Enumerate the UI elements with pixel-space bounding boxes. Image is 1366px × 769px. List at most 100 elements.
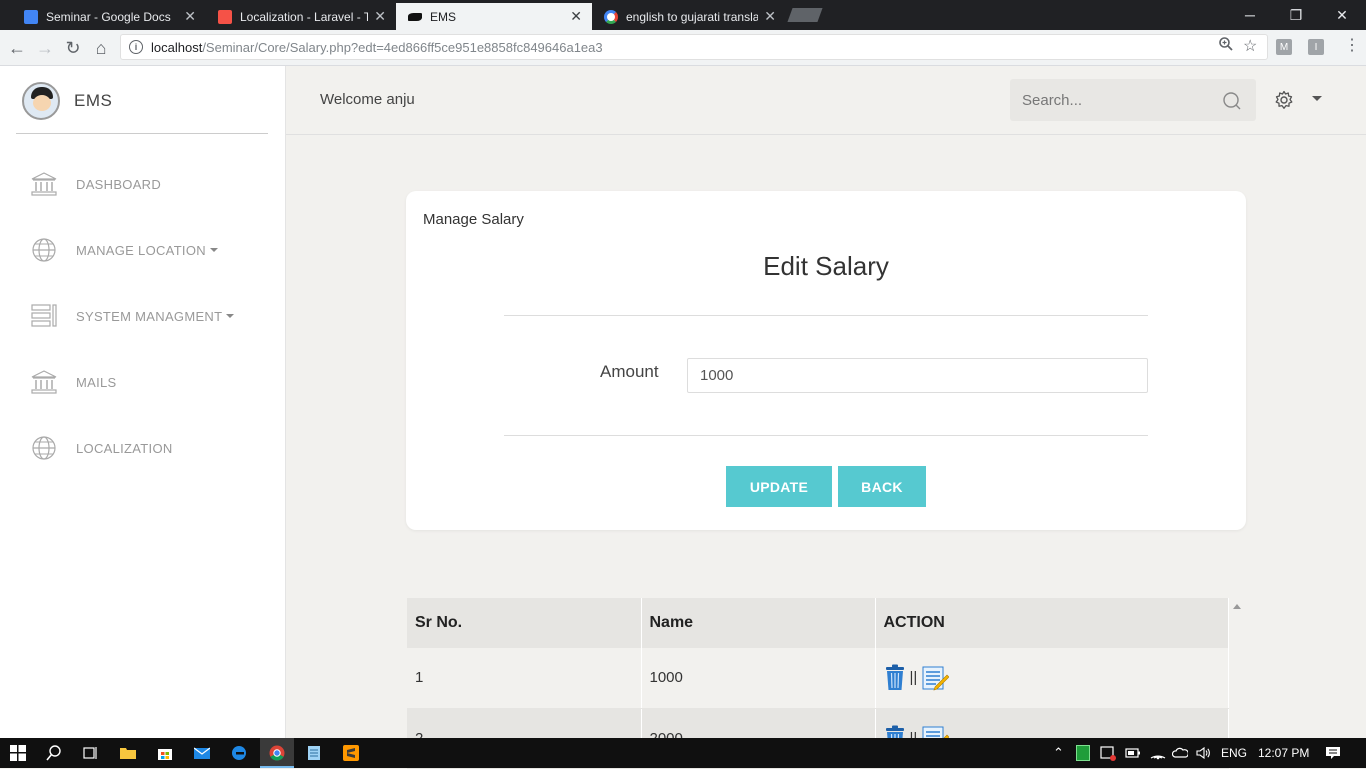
tab-title: english to gujarati transla (626, 9, 759, 24)
browser-tab[interactable]: english to gujarati transla ✕ (592, 3, 786, 30)
search-input[interactable] (1010, 79, 1256, 121)
home-icon[interactable]: ⌂ (90, 37, 112, 59)
sidebar-item-mails[interactable]: MAILS (30, 368, 117, 396)
top-bar: Welcome anju (286, 66, 1366, 135)
back-arrow-icon[interactable]: ← (6, 37, 28, 59)
chevron-up-icon[interactable]: ⌃ (1053, 738, 1064, 768)
column-header: Sr No. (407, 598, 642, 648)
divider (504, 435, 1148, 436)
sidebar-item-label: MANAGE LOCATION (76, 242, 206, 258)
search-icon[interactable] (46, 745, 62, 761)
laravel-icon (218, 9, 232, 24)
caret-down-icon (209, 248, 218, 252)
restore-button[interactable]: ❐ (1273, 0, 1319, 30)
column-header: Name (641, 598, 876, 648)
clock[interactable]: 12:07 PM (1258, 738, 1309, 768)
close-icon[interactable]: ✕ (374, 8, 386, 25)
sidebar-item-localization[interactable]: LOCALIZATION (30, 434, 173, 462)
onedrive-icon[interactable] (1172, 745, 1188, 761)
amount-label: Amount (600, 362, 659, 381)
network-warning-icon[interactable] (1100, 745, 1116, 761)
update-button[interactable]: UPDATE (726, 466, 832, 507)
extension-i-icon[interactable]: I (1308, 39, 1324, 55)
brand-name: EMS (74, 91, 113, 110)
search-icon[interactable] (1222, 91, 1242, 111)
table-row: 1 1000 || (407, 648, 1229, 709)
language-indicator[interactable]: ENG (1221, 738, 1247, 768)
sidebar-item-dashboard[interactable]: DASHBOARD (30, 170, 161, 198)
page-title: Edit Salary (763, 251, 889, 281)
extension-m-icon[interactable]: M (1276, 39, 1292, 55)
close-window-button[interactable]: ✕ (1319, 0, 1365, 30)
gear-icon[interactable] (1274, 90, 1294, 110)
minimize-button[interactable]: ─ (1227, 0, 1273, 30)
browser-tab[interactable]: Seminar - Google Docs ✕ (12, 3, 206, 30)
forward-arrow-icon[interactable]: → (34, 37, 56, 59)
column-header: ACTION (875, 598, 1229, 648)
bank-icon (31, 370, 57, 394)
browser-toolbar: ← → ↻ ⌂ i localhost/Seminar/Core/Salary.… (0, 30, 1366, 66)
sidebar: EMS DASHBOARD MANAGE LOCATION SYSTEM MAN… (0, 66, 286, 738)
battery-icon[interactable] (1125, 745, 1141, 761)
menu-icon[interactable]: ⋮ (1344, 35, 1360, 55)
divider (16, 133, 268, 134)
sidebar-item-system-managment[interactable]: SYSTEM MANAGMENT (30, 302, 235, 330)
windows-start-icon[interactable] (10, 745, 26, 761)
tab-title: Seminar - Google Docs (46, 9, 171, 24)
volume-icon[interactable] (1195, 745, 1211, 761)
close-icon[interactable]: ✕ (184, 8, 196, 25)
sidebar-item-label: SYSTEM MANAGMENT (76, 308, 223, 324)
trash-icon[interactable] (884, 664, 906, 691)
scroll-up-arrow-icon[interactable] (1233, 604, 1241, 609)
cell-action: || (875, 648, 1229, 709)
star-icon[interactable]: ☆ (1243, 36, 1257, 56)
tab-title: Localization - Laravel - Th (240, 9, 369, 24)
browser-tab[interactable]: Localization - Laravel - Th ✕ (206, 3, 396, 30)
zoom-icon[interactable] (1218, 36, 1234, 55)
back-button[interactable]: BACK (838, 466, 926, 507)
store-icon[interactable] (157, 745, 173, 761)
sidebar-item-manage-location[interactable]: MANAGE LOCATION (30, 236, 218, 264)
browser-tab-strip: Seminar - Google Docs ✕ Localization - L… (0, 0, 1366, 30)
task-view-icon[interactable] (82, 745, 98, 761)
sublime-text-icon[interactable] (343, 745, 359, 761)
bowtie-icon (408, 12, 422, 21)
search-box (1010, 79, 1256, 121)
edge-icon[interactable] (231, 745, 247, 761)
close-icon[interactable]: ✕ (570, 8, 582, 25)
reload-icon[interactable]: ↻ (62, 37, 84, 59)
bank-icon (31, 172, 57, 196)
amount-field[interactable] (687, 358, 1148, 393)
globe-icon (32, 436, 56, 460)
table-header-row: Sr No. Name ACTION (407, 598, 1229, 648)
sidebar-item-label: LOCALIZATION (76, 440, 173, 456)
new-tab-button[interactable] (787, 8, 823, 22)
caret-down-icon (226, 314, 235, 318)
globe-icon (32, 238, 56, 262)
close-icon[interactable]: ✕ (764, 8, 776, 25)
info-icon[interactable]: i (129, 40, 143, 54)
chevron-down-icon[interactable] (1312, 96, 1322, 101)
wifi-icon[interactable] (1150, 745, 1166, 761)
action-center-icon[interactable] (1325, 745, 1341, 761)
notepad-icon[interactable] (306, 745, 322, 761)
chrome-icon (269, 745, 285, 761)
mail-icon[interactable] (194, 745, 210, 761)
google-docs-icon (24, 9, 38, 24)
tray-app-icon[interactable] (1076, 745, 1090, 761)
action-separator: || (909, 669, 918, 687)
url-path: /Seminar/Core/Salary.php?edt=4ed866ff5ce… (202, 39, 603, 55)
browser-tab-active[interactable]: EMS ✕ (396, 3, 592, 30)
google-icon (604, 9, 618, 24)
url-host: localhost (151, 39, 203, 55)
sidebar-item-label: MAILS (76, 374, 117, 390)
card-heading: Manage Salary (423, 211, 524, 228)
list-layout-icon (31, 304, 57, 327)
brand[interactable]: EMS (22, 82, 112, 120)
taskbar-chrome-button[interactable] (260, 738, 294, 768)
edit-icon[interactable] (921, 665, 950, 691)
divider (504, 315, 1148, 316)
avatar-logo-icon (22, 82, 60, 120)
address-bar[interactable]: i localhost/Seminar/Core/Salary.php?edt=… (120, 34, 1268, 60)
file-explorer-icon[interactable] (120, 745, 136, 761)
